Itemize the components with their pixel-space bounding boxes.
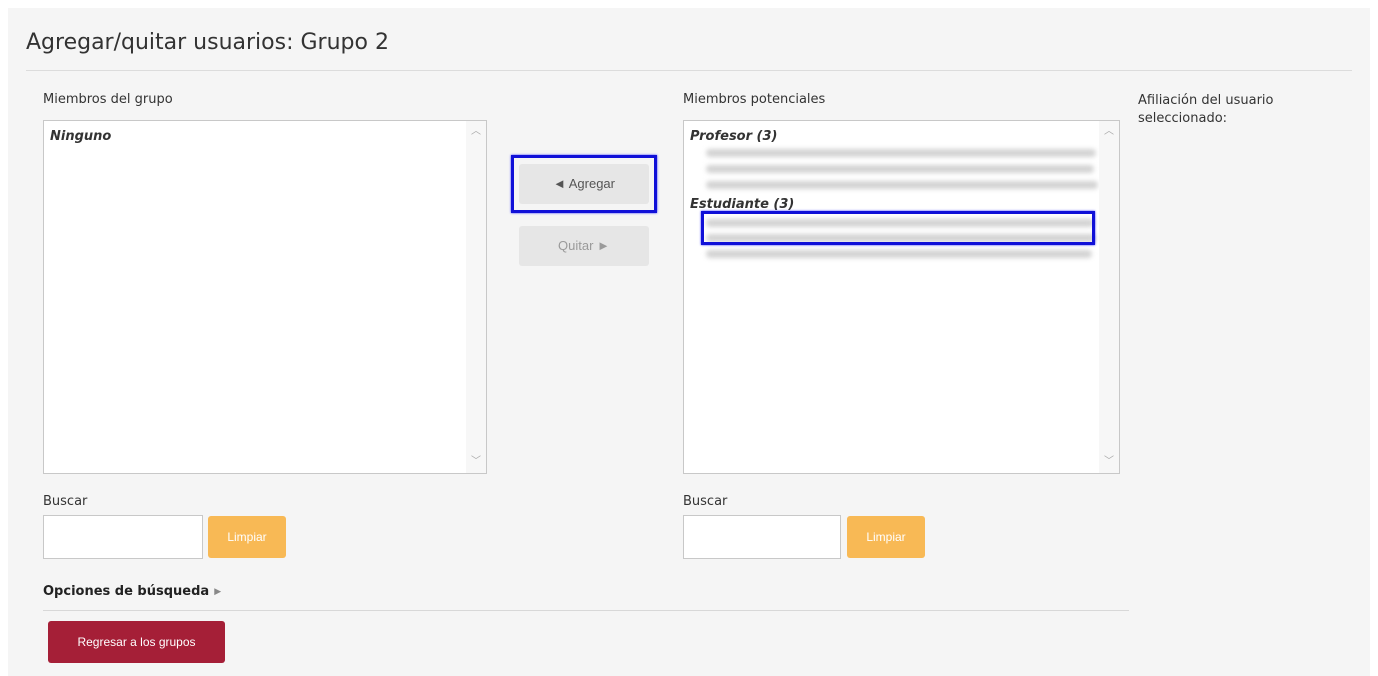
back-to-groups-button[interactable]: Regresar a los grupos (48, 621, 225, 663)
affiliation-label: Afiliación del usuario seleccionado: (1138, 93, 1274, 126)
title-divider (26, 70, 1352, 71)
list-item[interactable] (706, 165, 1094, 173)
page-title: Agregar/quitar usuarios: Grupo 2 (26, 30, 389, 55)
search-left-label: Buscar (43, 494, 88, 509)
list-item[interactable] (706, 181, 1098, 189)
chevron-down-icon[interactable]: ﹀ (1099, 455, 1119, 469)
optgroup-profesor: Profesor (3) (690, 129, 778, 144)
chevron-up-icon[interactable]: ︿ (466, 125, 486, 139)
list-item[interactable] (706, 149, 1096, 157)
chevron-up-icon[interactable]: ︿ (1099, 125, 1119, 139)
potential-listbox[interactable]: Profesor (3) Estudiante (3) ︿ ﹀ (683, 120, 1120, 474)
potential-scrollbar[interactable]: ︿ ﹀ (1099, 121, 1119, 473)
clear-right-button[interactable]: Limpiar (847, 516, 925, 558)
caret-right-icon: ▶ (214, 586, 222, 597)
members-empty-group: Ninguno (50, 129, 112, 144)
search-options-toggle[interactable]: Opciones de búsqueda ▶ (43, 584, 221, 599)
search-options-label: Opciones de búsqueda (43, 584, 210, 599)
chevron-down-icon[interactable]: ﹀ (466, 455, 486, 469)
footer-divider (43, 610, 1129, 611)
members-label: Miembros del grupo (43, 92, 173, 107)
list-item[interactable] (706, 250, 1092, 258)
selected-item-highlight (701, 211, 1095, 245)
members-listbox[interactable]: Ninguno ︿ ﹀ (43, 120, 487, 474)
remove-button[interactable]: Quitar ► (519, 226, 649, 266)
search-right-label: Buscar (683, 494, 728, 509)
search-right-input[interactable] (683, 515, 841, 559)
clear-left-button[interactable]: Limpiar (208, 516, 286, 558)
search-left-input[interactable] (43, 515, 203, 559)
members-scrollbar[interactable]: ︿ ﹀ (466, 121, 486, 473)
optgroup-estudiante: Estudiante (3) (690, 197, 795, 212)
add-button-highlight (511, 155, 657, 213)
potential-label: Miembros potenciales (683, 92, 826, 107)
cropped-caption (0, 0, 1378, 8)
